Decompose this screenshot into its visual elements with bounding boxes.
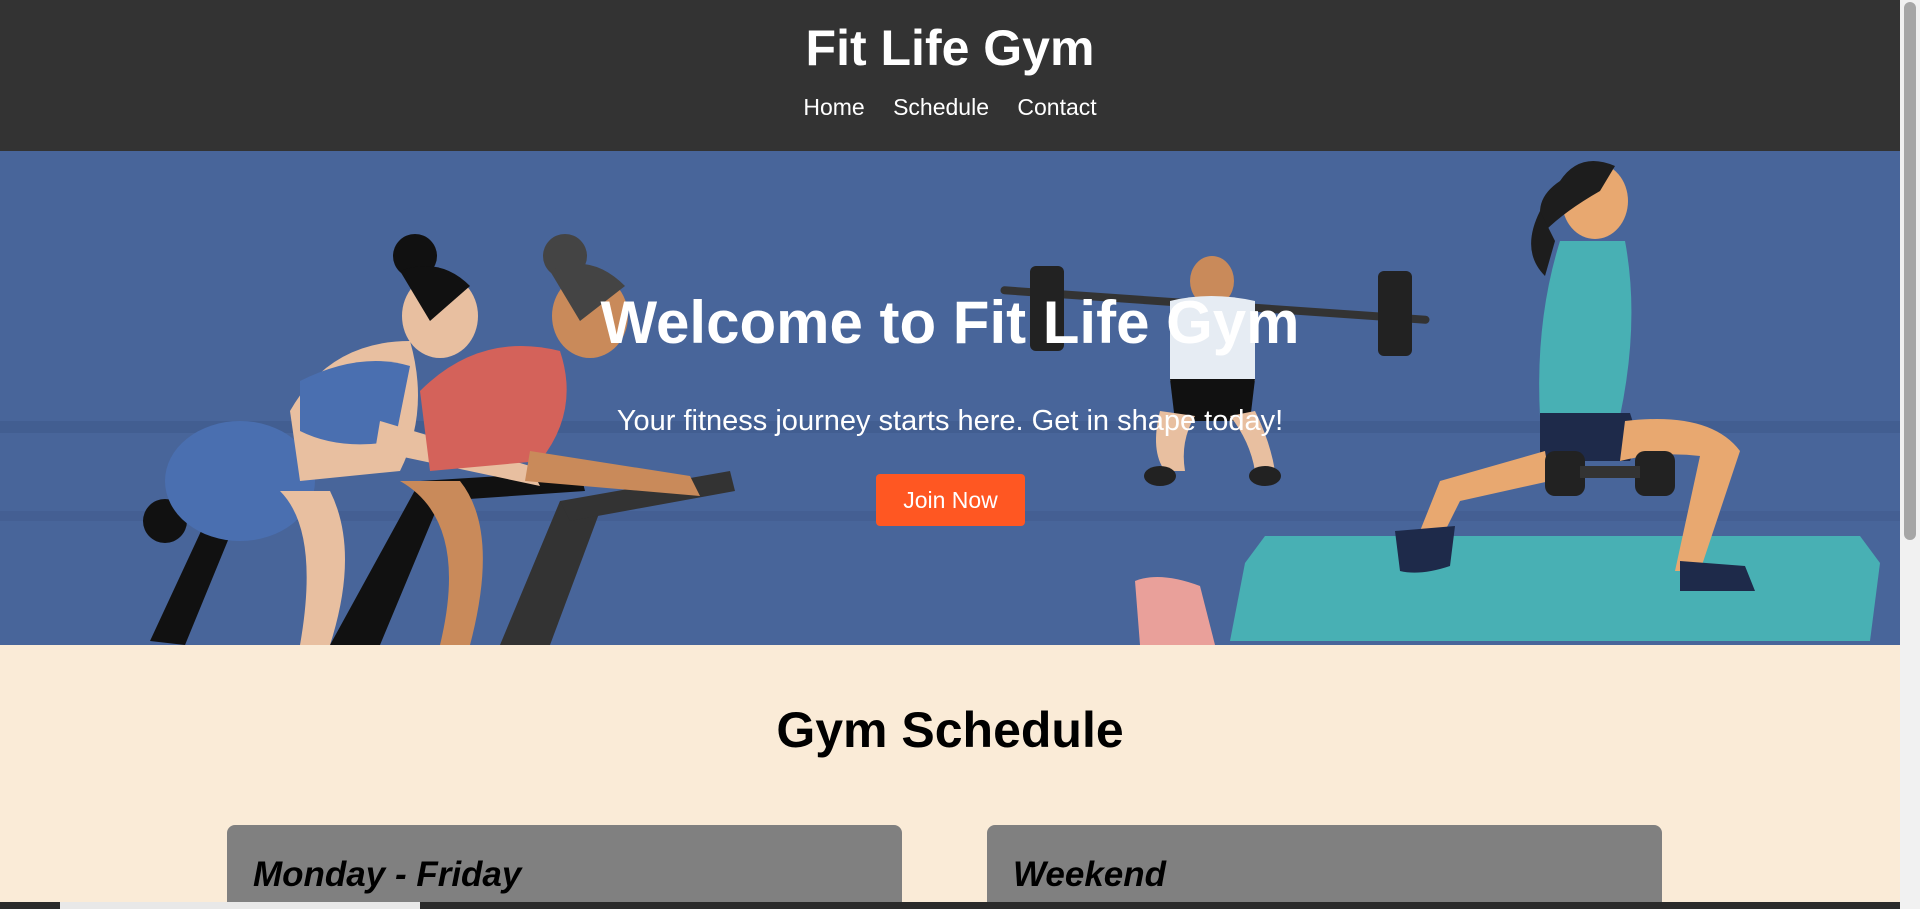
bottom-edge-strip bbox=[0, 902, 1900, 909]
schedule-card-weekdays: Monday - Friday bbox=[227, 825, 902, 909]
schedule-card-title: Weekend bbox=[1013, 855, 1167, 894]
site-header: Fit Life Gym Home Schedule Contact bbox=[0, 0, 1900, 151]
bottom-edge-segment bbox=[60, 902, 420, 909]
schedule-card-weekend: Weekend bbox=[987, 825, 1662, 909]
hero-illustration bbox=[0, 151, 1900, 645]
hero-title: Welcome to Fit Life Gym bbox=[600, 289, 1300, 356]
join-now-button[interactable]: Join Now bbox=[876, 474, 1025, 526]
hero-subtitle: Your fitness journey starts here. Get in… bbox=[616, 405, 1284, 437]
vertical-scrollbar[interactable] bbox=[1900, 0, 1920, 909]
page: Fit Life Gym Home Schedule Contact Welco… bbox=[0, 0, 1900, 909]
hero-banner: Welcome to Fit Life Gym Your fitness jou… bbox=[0, 151, 1900, 645]
nav-home-link[interactable]: Home bbox=[803, 94, 864, 120]
nav-contact-link[interactable]: Contact bbox=[1017, 94, 1096, 120]
scrollbar-thumb[interactable] bbox=[1904, 2, 1916, 540]
site-title: Fit Life Gym bbox=[805, 20, 1095, 76]
main-nav: Home Schedule Contact bbox=[0, 90, 1900, 124]
schedule-card-title: Monday - Friday bbox=[253, 855, 522, 894]
schedule-title: Gym Schedule bbox=[776, 702, 1124, 758]
nav-schedule-link[interactable]: Schedule bbox=[893, 94, 989, 120]
